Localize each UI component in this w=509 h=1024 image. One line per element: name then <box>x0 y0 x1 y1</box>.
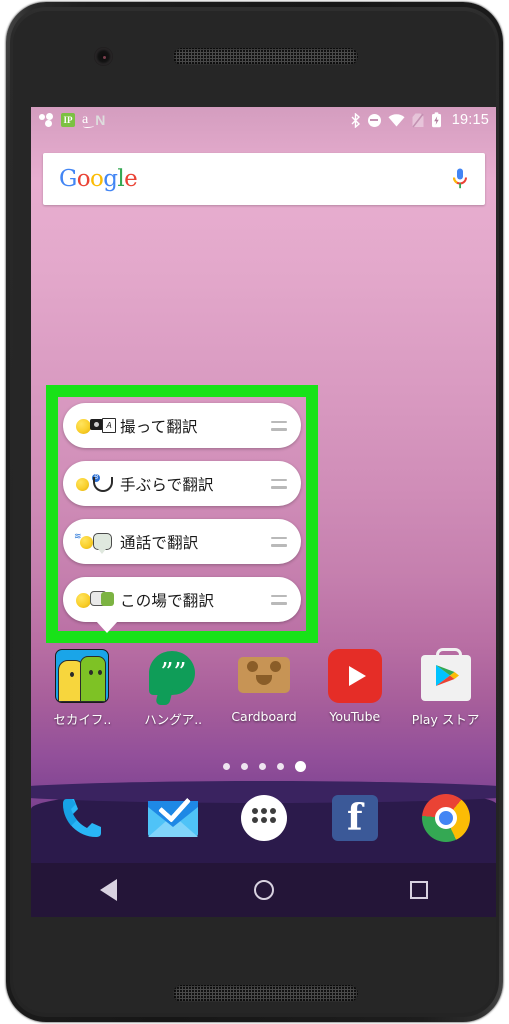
hangouts-icon: ” ” <box>146 649 200 703</box>
status-bar: IP a N 19:15 <box>31 107 496 133</box>
app-green-icon: IP <box>61 113 75 127</box>
status-bar-notifications: IP a N <box>39 112 106 128</box>
app-label: YouTube <box>329 709 381 724</box>
drag-handle-icon[interactable] <box>271 594 287 605</box>
page-indicator <box>31 759 496 773</box>
cardboard-icon <box>237 649 291 703</box>
no-sim-icon <box>412 113 424 128</box>
share-icon <box>39 113 54 127</box>
app-label: セカイフ.. <box>53 712 112 727</box>
shortcut-item-camera-translate[interactable]: A 撮って翻訳 <box>63 403 301 448</box>
phone-device-frame: IP a N 19:15 Google A 撮って翻訳 B 手ぶらで翻訳 ≋ 通… <box>6 2 503 1022</box>
shortcut-label: 手ぶらで翻訳 <box>120 475 214 494</box>
call-translate-icon: ≋ <box>74 531 113 554</box>
app-hangouts[interactable]: ” ” ハングア.. <box>129 649 217 728</box>
on-the-spot-translate-icon <box>76 589 114 611</box>
status-bar-system: 19:15 <box>351 112 489 128</box>
bottom-speaker <box>173 985 358 1002</box>
app-drawer-icon[interactable] <box>237 791 291 845</box>
app-row: セカイフ.. ” ” ハングア.. Cardboard YouTube Play… <box>37 648 491 728</box>
do-not-disturb-icon <box>367 113 381 127</box>
inbox-mail-icon[interactable] <box>146 789 200 845</box>
shortcut-item-hands-free-translate[interactable]: B 手ぶらで翻訳 <box>63 461 301 506</box>
drag-handle-icon[interactable] <box>271 420 287 431</box>
popup-tail <box>96 621 118 633</box>
facebook-icon[interactable]: f <box>328 791 382 845</box>
n-app-icon: N <box>95 112 106 128</box>
app-shortcut-menu: A 撮って翻訳 B 手ぶらで翻訳 ≋ 通話で翻訳 この場で翻訳 <box>63 403 301 633</box>
app-sekai-phone[interactable]: セカイフ.. <box>38 649 126 728</box>
facebook-letter: f <box>331 795 378 841</box>
drag-handle-icon[interactable] <box>271 536 287 547</box>
phone-icon[interactable] <box>55 791 109 845</box>
shortcut-item-on-the-spot-translate[interactable]: この場で翻訳 <box>63 577 301 633</box>
phone-bezel: IP a N 19:15 Google A 撮って翻訳 B 手ぶらで翻訳 ≋ 通… <box>10 7 499 1017</box>
navigation-bar <box>31 863 496 917</box>
amazon-icon: a <box>82 112 95 128</box>
shortcut-label: 通話で翻訳 <box>120 533 199 552</box>
app-play-store[interactable]: Play ストア <box>402 648 490 728</box>
chrome-icon[interactable] <box>419 791 473 845</box>
hands-free-translate-icon: B <box>76 473 113 495</box>
bluetooth-icon <box>351 112 361 128</box>
wifi-icon <box>388 113 405 127</box>
home-screen: IP a N 19:15 Google A 撮って翻訳 B 手ぶらで翻訳 ≋ 通… <box>31 107 496 917</box>
google-search-bar[interactable]: Google <box>43 153 485 205</box>
app-label: Cardboard <box>231 709 297 724</box>
shortcut-label: 撮って翻訳 <box>120 417 198 436</box>
page-dot[interactable] <box>258 762 266 770</box>
dock: f <box>37 789 491 845</box>
google-logo: Google <box>59 165 138 192</box>
nav-back-button[interactable] <box>79 863 139 917</box>
microphone-icon[interactable] <box>451 167 469 191</box>
status-bar-clock: 19:15 <box>451 112 489 128</box>
page-dot[interactable] <box>222 762 230 770</box>
youtube-icon <box>327 649 382 703</box>
sekai-phone-icon <box>55 649 110 703</box>
battery-charging-icon <box>431 112 442 128</box>
front-camera <box>94 47 113 66</box>
page-dot-active[interactable] <box>294 760 306 772</box>
app-cardboard[interactable]: Cardboard <box>220 649 308 724</box>
phone-glass: IP a N 19:15 Google A 撮って翻訳 B 手ぶらで翻訳 ≋ 通… <box>13 11 496 1013</box>
nav-recents-button[interactable] <box>389 863 449 917</box>
shortcut-item-call-translate[interactable]: ≋ 通話で翻訳 <box>63 519 301 564</box>
drag-handle-icon[interactable] <box>271 478 287 489</box>
play-store-icon <box>419 648 473 703</box>
nav-home-button[interactable] <box>234 863 294 917</box>
camera-translate-icon: A <box>76 415 116 437</box>
app-label: ハングア.. <box>144 712 203 727</box>
earpiece-speaker <box>173 48 358 65</box>
shortcut-label: この場で翻訳 <box>120 591 215 610</box>
app-label: Play ストア <box>411 712 480 727</box>
app-youtube[interactable]: YouTube <box>311 649 399 724</box>
page-dot[interactable] <box>276 762 284 770</box>
page-dot[interactable] <box>240 762 248 770</box>
